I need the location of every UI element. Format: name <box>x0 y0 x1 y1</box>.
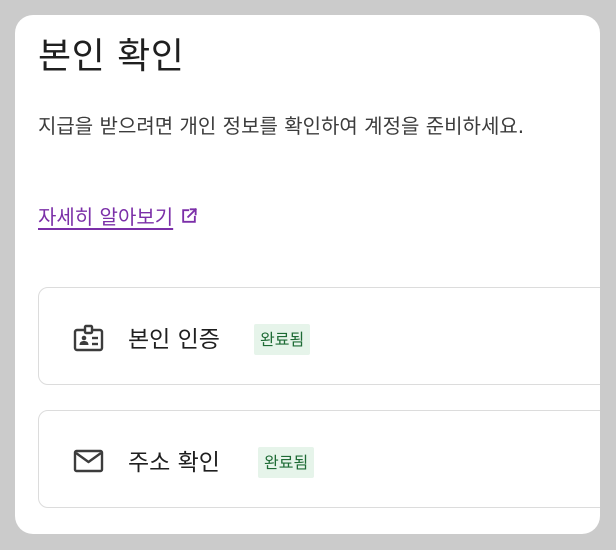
status-badge: 완료됨 <box>254 324 311 355</box>
learn-more-label: 자세히 알아보기 <box>38 205 174 229</box>
item-label: 주소 확인 <box>128 450 220 476</box>
mail-icon <box>73 449 104 473</box>
status-badge: 완료됨 <box>258 447 315 478</box>
identity-verification-item[interactable]: 본인 인증 완료됨 <box>38 287 600 385</box>
item-label: 본인 인증 <box>128 327 220 353</box>
learn-more-link[interactable]: 자세히 알아보기 <box>38 201 199 230</box>
address-verification-item[interactable]: 주소 확인 완료됨 <box>38 410 600 508</box>
open-in-new-icon <box>182 207 198 223</box>
verification-card: 본인 확인 지급을 받으려면 개인 정보를 확인하여 계정을 준비하세요. 자세… <box>15 15 600 534</box>
id-badge-icon <box>73 324 104 352</box>
page-description: 지급을 받으려면 개인 정보를 확인하여 계정을 준비하세요. <box>38 114 525 138</box>
page-title: 본인 확인 <box>38 36 185 77</box>
